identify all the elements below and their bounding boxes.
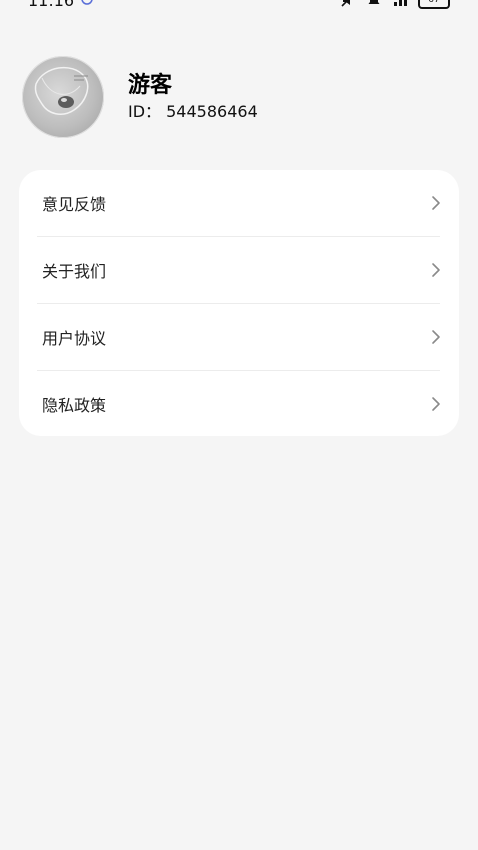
avatar[interactable] xyxy=(22,56,104,138)
status-time: 11:16 xyxy=(28,0,75,10)
menu-item-feedback[interactable]: 意见反馈 xyxy=(19,170,459,236)
battery-icon: 67 xyxy=(418,0,450,9)
menu-item-privacy-policy[interactable]: 隐私政策 xyxy=(19,371,459,437)
sync-icon xyxy=(80,0,96,8)
avatar-image xyxy=(34,66,89,116)
status-bar: 11:16 67 xyxy=(0,0,478,12)
bell-off-icon xyxy=(366,0,382,8)
menu-item-label: 用户协议 xyxy=(42,329,107,348)
chevron-right-icon xyxy=(431,396,441,412)
profile-id: ID： 544586464 xyxy=(128,102,258,121)
status-left: 11:16 xyxy=(28,0,96,10)
chevron-right-icon xyxy=(431,262,441,278)
menu-item-label: 隐私政策 xyxy=(42,396,107,415)
profile-text: 游客 ID： 544586464 xyxy=(128,72,258,122)
menu-item-label: 意见反馈 xyxy=(42,195,107,214)
signal-icon xyxy=(392,0,408,8)
menu-item-about-us[interactable]: 关于我们 xyxy=(19,237,459,303)
profile-name: 游客 xyxy=(128,73,173,98)
menu-item-label: 关于我们 xyxy=(42,262,107,281)
chevron-right-icon xyxy=(431,195,441,211)
status-right: 67 xyxy=(340,0,450,9)
chevron-right-icon xyxy=(431,329,441,345)
menu-item-user-agreement[interactable]: 用户协议 xyxy=(19,304,459,370)
mute-icon xyxy=(340,0,356,8)
menu-card: 意见反馈 关于我们 用户协议 隐私政策 xyxy=(19,170,459,436)
profile-header[interactable]: 游客 ID： 544586464 xyxy=(22,56,258,138)
